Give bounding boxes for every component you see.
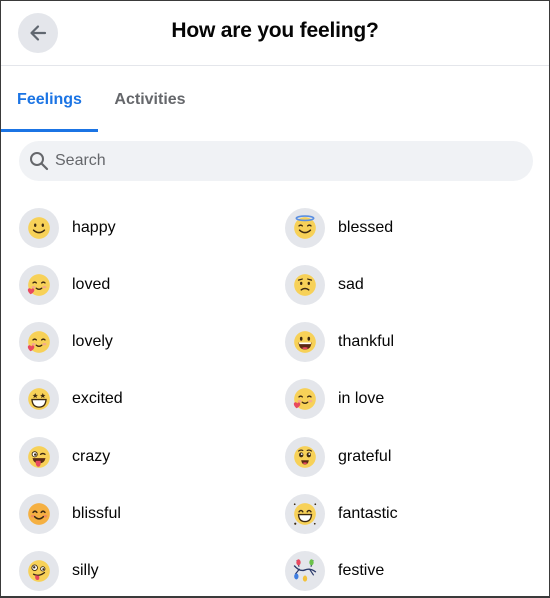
emoji-avatar <box>19 379 59 420</box>
feeling-item-festive[interactable]: festive <box>285 543 533 596</box>
tab-feelings-label: Feelings <box>17 90 82 108</box>
feeling-label: blessed <box>338 218 394 236</box>
emoji-avatar <box>19 322 59 363</box>
smiling-face-with-heart-icon <box>27 331 50 353</box>
feeling-item-blissful[interactable]: blissful <box>19 486 267 543</box>
active-tab-indicator <box>1 129 98 132</box>
feeling-label: silly <box>72 562 99 580</box>
emoji-avatar <box>19 436 59 477</box>
feeling-label: loved <box>72 275 111 293</box>
emoji-avatar <box>285 494 325 534</box>
face-holding-back-tears-icon <box>294 445 316 468</box>
feeling-item-fantastic[interactable]: fantastic <box>285 486 533 543</box>
search-input[interactable] <box>55 152 515 170</box>
feeling-item-sad[interactable]: sad <box>285 256 533 313</box>
star-struck-face-icon <box>28 388 50 411</box>
feeling-item-in-love[interactable]: in love <box>285 371 533 428</box>
emoji-avatar <box>285 264 325 305</box>
emoji-avatar <box>19 494 59 534</box>
tab-activities[interactable]: Activities <box>101 67 199 132</box>
feeling-label: blissful <box>72 505 121 522</box>
search-icon <box>30 152 49 171</box>
dialog-title: How are you feeling? <box>171 19 379 42</box>
emoji-avatar <box>285 322 325 363</box>
feeling-label: in love <box>338 390 385 408</box>
feeling-label: festive <box>338 562 385 580</box>
feeling-label: lovely <box>72 333 113 351</box>
tab-activities-label: Activities <box>114 90 186 108</box>
string-lights-icon <box>293 559 317 582</box>
emoji-avatar <box>285 379 325 420</box>
feeling-label: excited <box>72 390 123 408</box>
feeling-label: fantastic <box>338 505 398 522</box>
emoji-avatar <box>285 207 325 248</box>
feeling-item-blessed[interactable]: blessed <box>285 199 533 256</box>
feeling-label: thankful <box>338 333 395 351</box>
zany-face-icon <box>28 560 50 583</box>
smiling-face-with-halo-icon <box>294 214 316 239</box>
feeling-item-excited[interactable]: excited <box>19 371 267 428</box>
smiling-face-with-heart-icon <box>293 388 316 411</box>
feeling-label: happy <box>72 218 116 236</box>
emoji-avatar <box>19 551 59 592</box>
emoji-avatar <box>285 436 325 477</box>
emoji-avatar <box>19 264 59 305</box>
header: How are you feeling? <box>1 1 549 66</box>
smiling-face-with-heart-icon <box>27 273 50 296</box>
feeling-item-grateful[interactable]: grateful <box>285 428 533 485</box>
emoji-avatar <box>285 551 325 592</box>
feeling-item-silly[interactable]: silly <box>19 543 267 596</box>
grinning-face-icon <box>294 331 316 353</box>
feeling-item-loved[interactable]: loved <box>19 256 267 313</box>
emoji-avatar <box>19 207 59 248</box>
feeling-item-thankful[interactable]: thankful <box>285 314 533 371</box>
tab-feelings[interactable]: Feelings <box>1 67 98 132</box>
feeling-label: crazy <box>72 447 111 465</box>
winking-face-with-tongue-icon <box>28 445 50 468</box>
feeling-item-lovely[interactable]: lovely <box>19 314 267 371</box>
feeling-item-happy[interactable]: happy <box>19 199 267 256</box>
tab-bar: Feelings Activities <box>1 67 549 132</box>
search-bar[interactable] <box>19 141 533 181</box>
feeling-item-crazy[interactable]: crazy <box>19 428 267 485</box>
slightly-smiling-face-icon <box>28 216 50 239</box>
worried-face-icon <box>294 273 316 296</box>
sparkling-grinning-face-icon <box>293 503 317 525</box>
feeling-picker-dialog: How are you feeling? Feelings Activities… <box>0 0 550 598</box>
feeling-label: grateful <box>338 447 392 465</box>
feeling-label: sad <box>338 275 364 293</box>
smiling-face-with-smiling-eyes-icon <box>28 503 50 525</box>
